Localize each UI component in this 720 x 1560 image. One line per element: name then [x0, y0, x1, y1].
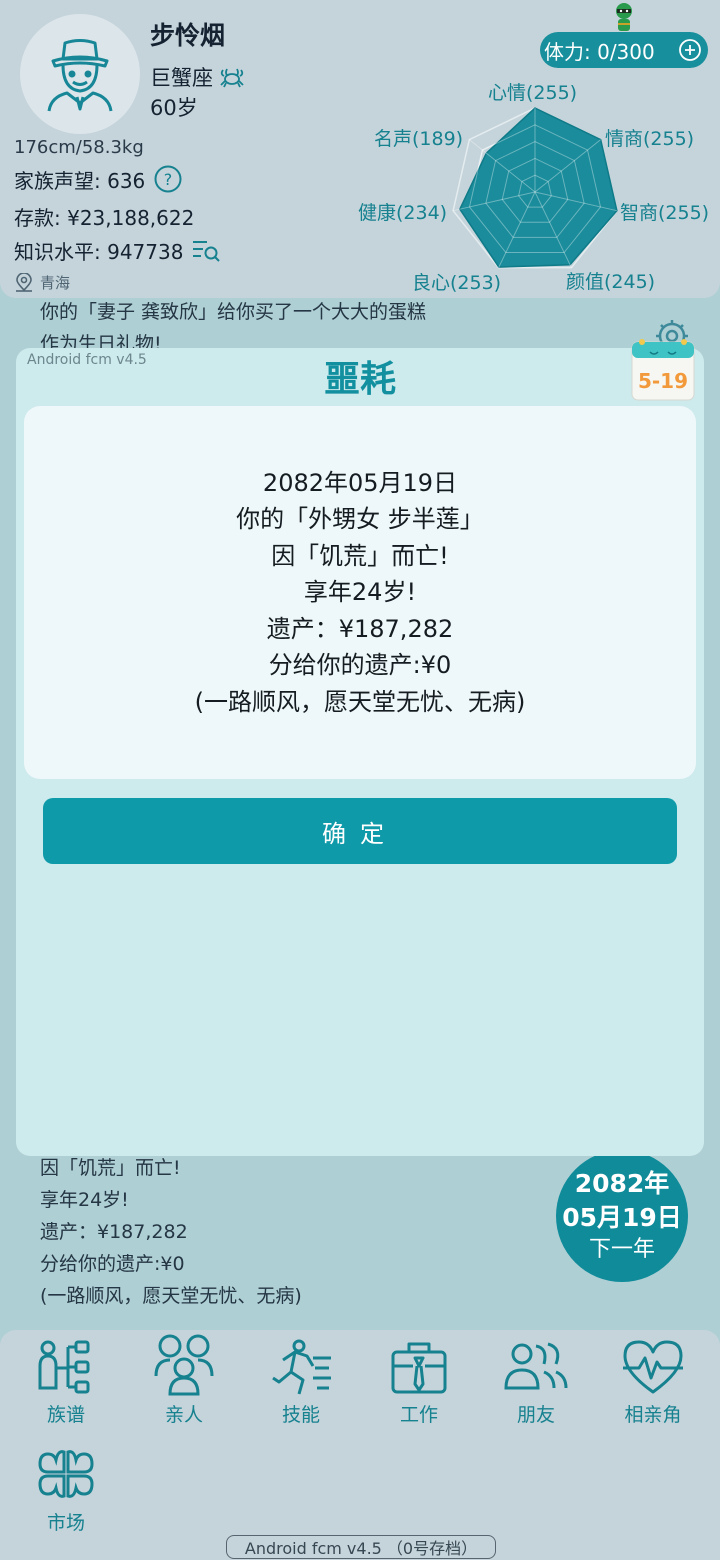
knowledge-row: 知识水平: 947738: [14, 236, 221, 265]
man-with-hat-icon: [47, 39, 113, 112]
nav-work-label: 工作: [399, 1404, 438, 1426]
family-reputation: 家族声望: 636: [14, 168, 146, 193]
savings: 存款: ¥23,188,622: [14, 206, 195, 230]
log-line: 因「饥荒」而亡!: [40, 1157, 181, 1179]
character-name: 步怜烟: [150, 21, 226, 50]
current-day: 05月19日: [562, 1203, 682, 1232]
radar-chart: [452, 107, 618, 269]
zodiac-row: 巨蟹座: [150, 62, 245, 92]
nav-relatives-label: 亲人: [164, 1404, 203, 1426]
avatar[interactable]: [20, 14, 140, 134]
list-search-icon[interactable]: [191, 238, 221, 264]
briefcase-icon: [391, 1342, 447, 1394]
message-date: 2082年05月19日: [262, 468, 458, 497]
message-age: 享年24岁!: [303, 578, 417, 607]
current-year: 2082年: [574, 1169, 670, 1198]
svg-text:?: ?: [164, 170, 173, 189]
log-line: 分给你的遗产:¥0: [40, 1253, 185, 1275]
four-leaf-clover-icon: [38, 1450, 94, 1498]
height-weight: 176cm/58.3kg: [14, 137, 144, 158]
location-label: 青海: [40, 274, 71, 292]
log-entry-bottom: 因「饥荒」而亡! 享年24岁! 遗产：¥187,282 分给你的遗产:¥0 (一…: [40, 1152, 302, 1312]
nav-friends[interactable]: 朋友: [486, 1338, 586, 1427]
message-relative: 你的「外甥女 步半莲」: [236, 505, 484, 534]
add-icon[interactable]: [678, 38, 702, 62]
nav-dating[interactable]: 相亲角: [603, 1338, 703, 1427]
radar-label-mood: 心情(255): [488, 82, 578, 104]
location-pin-icon: [16, 272, 32, 292]
nav-skills[interactable]: 技能: [251, 1338, 351, 1427]
family-tree-icon: [38, 1340, 90, 1394]
message-box: 2082年05月19日 你的「外甥女 步半莲」 因「饥荒」而亡! 享年24岁! …: [24, 406, 696, 779]
attribute-radar: 心情(255) 情商(255) 智商(255) 颜值(245) 良心(253) …: [350, 76, 720, 298]
profile-card: 步怜烟 巨蟹座 60岁 176cm/58.3kg 家族声望: 636 ? 存款:…: [0, 0, 720, 298]
nav-work[interactable]: 工作: [369, 1338, 469, 1427]
log-line: 遗产：¥187,282: [40, 1221, 188, 1243]
zodiac-label: 巨蟹座: [150, 66, 213, 90]
footer-version: Android fcm v4.5 （0号存档）: [226, 1535, 496, 1559]
stamina-label: 体力: 0/300: [544, 39, 655, 64]
message-estate: 遗产：¥187,282: [266, 614, 454, 643]
crab-icon: [220, 68, 244, 88]
message-cause: 因「饥荒」而亡!: [271, 541, 449, 570]
family-icon: [154, 1334, 214, 1396]
nav-dating-label: 相亲角: [624, 1404, 682, 1426]
location-row: 青海: [14, 272, 70, 293]
stamina-pill[interactable]: 体力: 0/300: [540, 32, 708, 68]
radar-label-health: 健康(234): [358, 202, 448, 224]
log-line: 你的「妻子 龚致欣」给你买了一个大大的蛋糕: [40, 301, 427, 323]
nav-genealogy-label: 族谱: [46, 1404, 85, 1426]
friends-icon: [504, 1342, 568, 1390]
nav-genealogy[interactable]: 族谱: [16, 1338, 116, 1427]
knowledge-level: 知识水平: 947738: [14, 240, 184, 264]
running-person-icon: [272, 1339, 331, 1395]
message-blessing: (一路顺风，愿天堂无忧、无病): [194, 687, 526, 716]
next-year-label: 下一年: [588, 1237, 655, 1262]
nav-friends-label: 朋友: [516, 1404, 555, 1426]
calendar-date: 5-19: [638, 369, 688, 393]
bottom-nav: 族谱 亲人 技能 工作 朋友 相亲角 市场: [0, 1330, 720, 1560]
nav-relatives[interactable]: 亲人: [134, 1332, 234, 1427]
age-label: 60岁: [150, 96, 198, 120]
log-line: 享年24岁!: [40, 1189, 129, 1211]
next-year-button[interactable]: 2082年 05月19日 下一年: [556, 1150, 688, 1282]
radar-label-looks: 颜值(245): [566, 271, 656, 293]
radar-area: [458, 107, 618, 268]
heartbeat-icon: [623, 1340, 683, 1394]
death-notice-dialog: Android fcm v4.5 噩耗 5-19 2082年05月19日 你的「…: [16, 320, 704, 1156]
family-reputation-row: 家族声望: 636 ?: [14, 164, 183, 194]
radar-label-eq: 情商(255): [605, 128, 695, 150]
nav-market-label: 市场: [46, 1512, 85, 1534]
confirm-button[interactable]: 确定: [43, 798, 677, 864]
radar-label-iq: 智商(255): [620, 202, 710, 224]
radar-label-fame: 名声(189): [374, 128, 464, 150]
nav-skills-label: 技能: [281, 1404, 320, 1426]
message-share: 分给你的遗产:¥0: [268, 651, 452, 680]
savings-row: 存款: ¥23,188,622: [14, 202, 194, 231]
help-icon[interactable]: ?: [153, 164, 183, 194]
ninja-mascot-icon[interactable]: [612, 2, 636, 34]
nav-market[interactable]: 市场: [16, 1446, 116, 1535]
calendar-settings-icon[interactable]: 5-19: [628, 320, 700, 412]
log-line: (一路顺风，愿天堂无忧、无病): [40, 1285, 302, 1307]
dialog-title: 噩耗: [323, 359, 396, 400]
radar-label-conscience: 良心(253): [412, 272, 502, 294]
